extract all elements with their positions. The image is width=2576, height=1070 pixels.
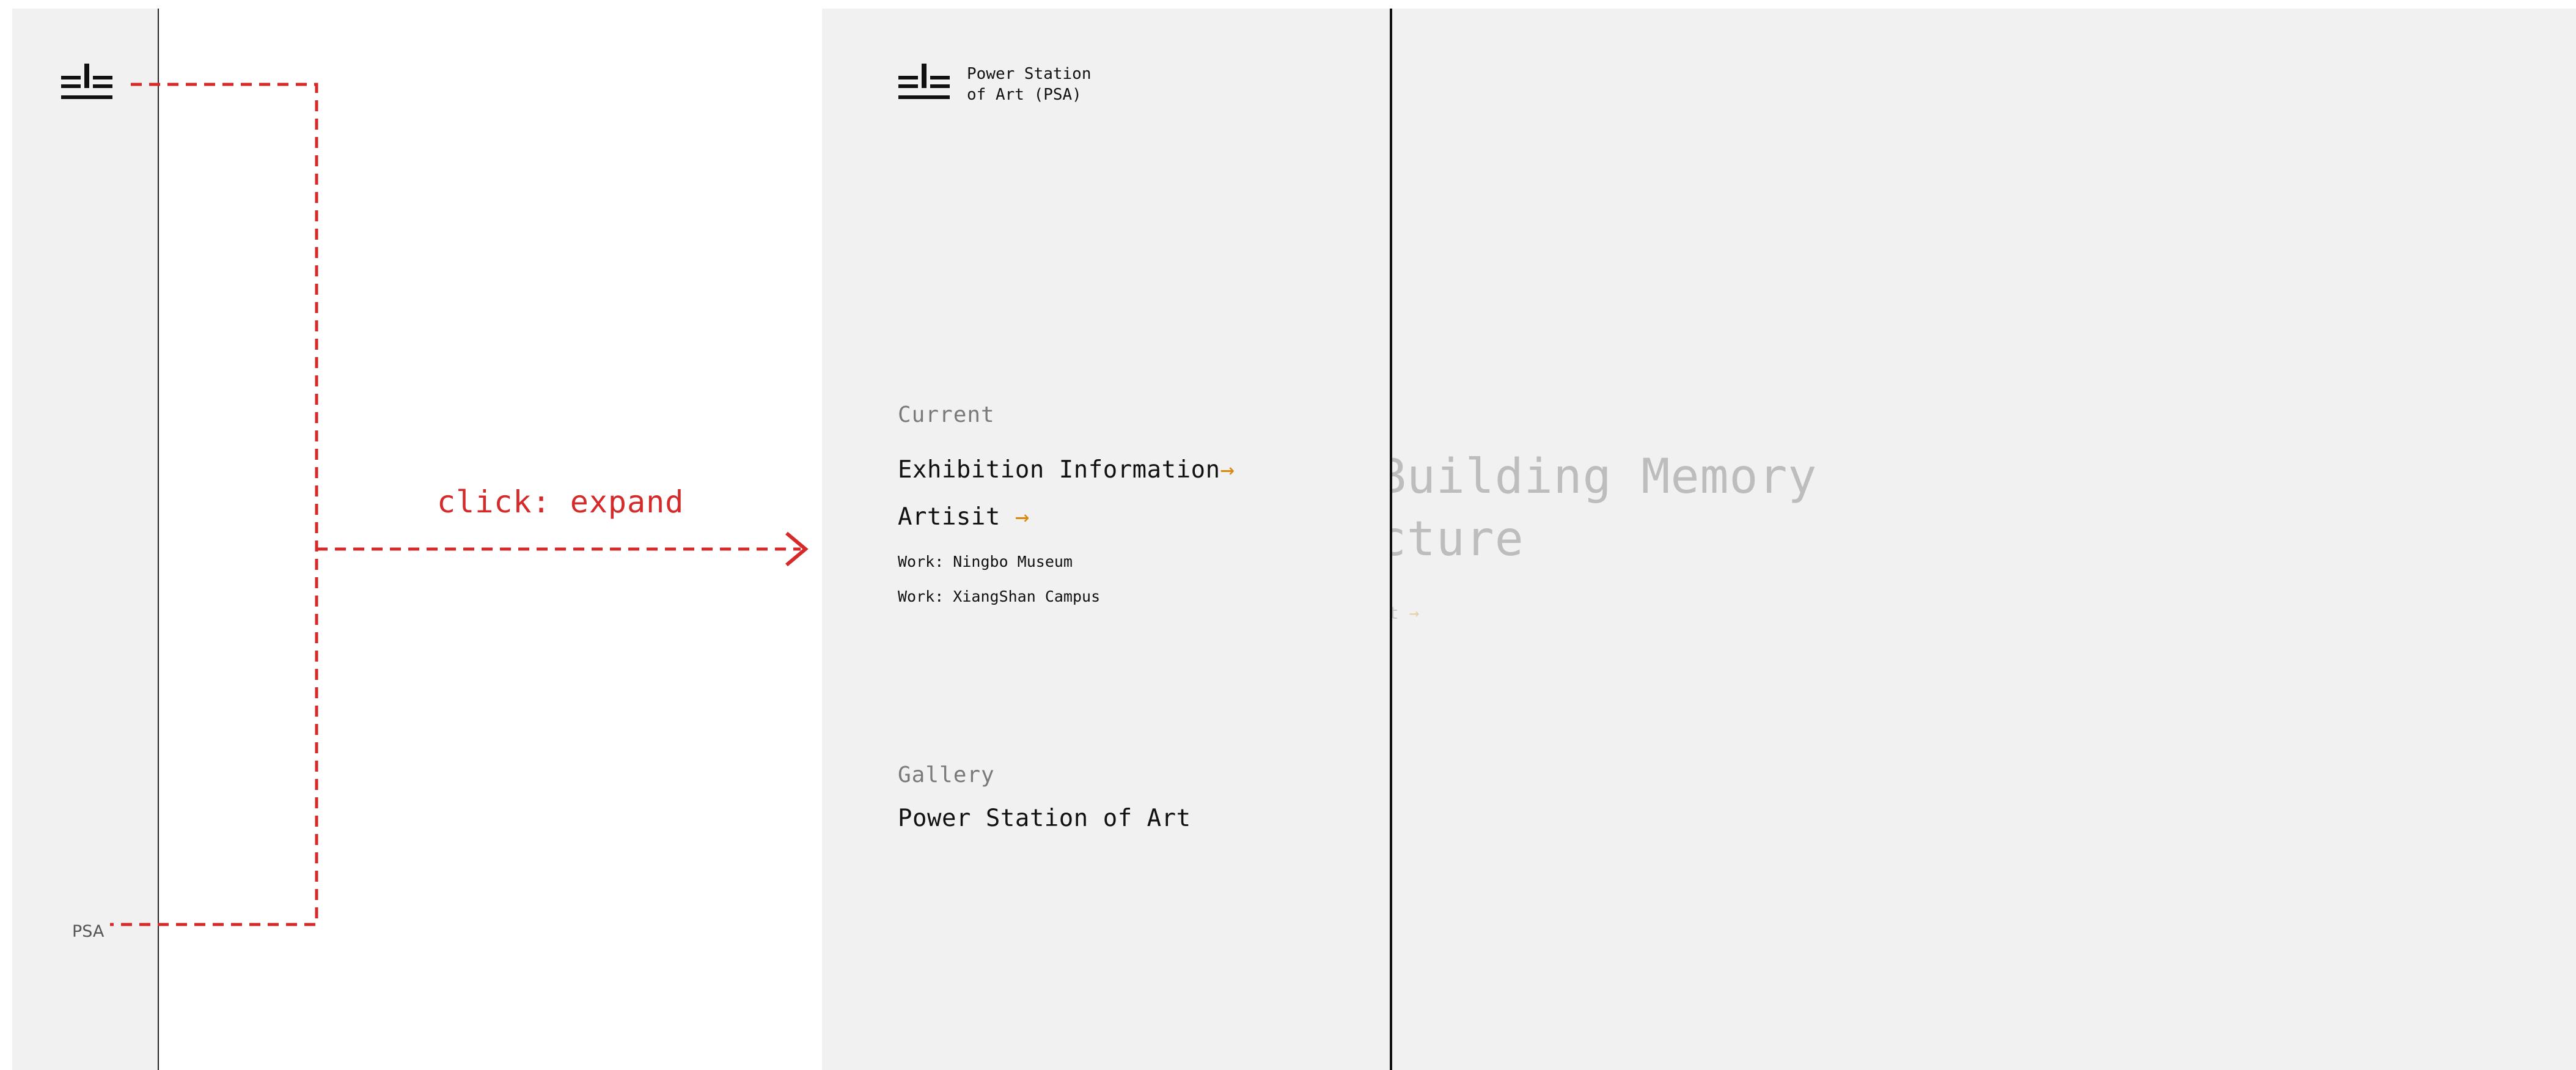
page-content: : Building Memory tecture ist → [1392, 9, 2576, 1070]
menu-item-artisit[interactable]: Artisit → [898, 503, 1030, 531]
section-heading-current: Current [898, 402, 995, 427]
menu-item-label: Exhibition Information [898, 456, 1220, 484]
exhibition-title: : Building Memory tecture [1392, 449, 1818, 567]
arrow-right-icon: → [1220, 456, 1235, 484]
annotation-bracket [110, 83, 318, 926]
arrow-right-icon: → [1409, 603, 1420, 623]
menu-item-exhibition-information[interactable]: Exhibition Information→ [898, 456, 1235, 484]
expand-annotation [110, 83, 809, 926]
psa-logo-icon [898, 64, 950, 99]
menu-item-label: Artisit [898, 503, 1000, 531]
expanded-menu [822, 9, 1390, 1070]
brand-name: Power Station of Art (PSA) [967, 65, 1092, 104]
menu-item-work-ningbo-museum[interactable]: Work: Ningbo Museum [898, 553, 1073, 570]
menu-logo[interactable] [898, 64, 950, 105]
menu-item-power-station-of-art[interactable]: Power Station of Art [898, 805, 1191, 832]
annotation-label: click: expand [437, 484, 684, 520]
artist-link[interactable]: ist → [1392, 603, 1419, 623]
arrow-right-icon: → [1015, 503, 1030, 531]
menu-divider [1390, 9, 1392, 1070]
section-heading-gallery: Gallery [898, 762, 995, 788]
artist-link-label: ist [1392, 603, 1399, 623]
menu-item-work-xiangshan-campus[interactable]: Work: XiangShan Campus [898, 588, 1100, 605]
